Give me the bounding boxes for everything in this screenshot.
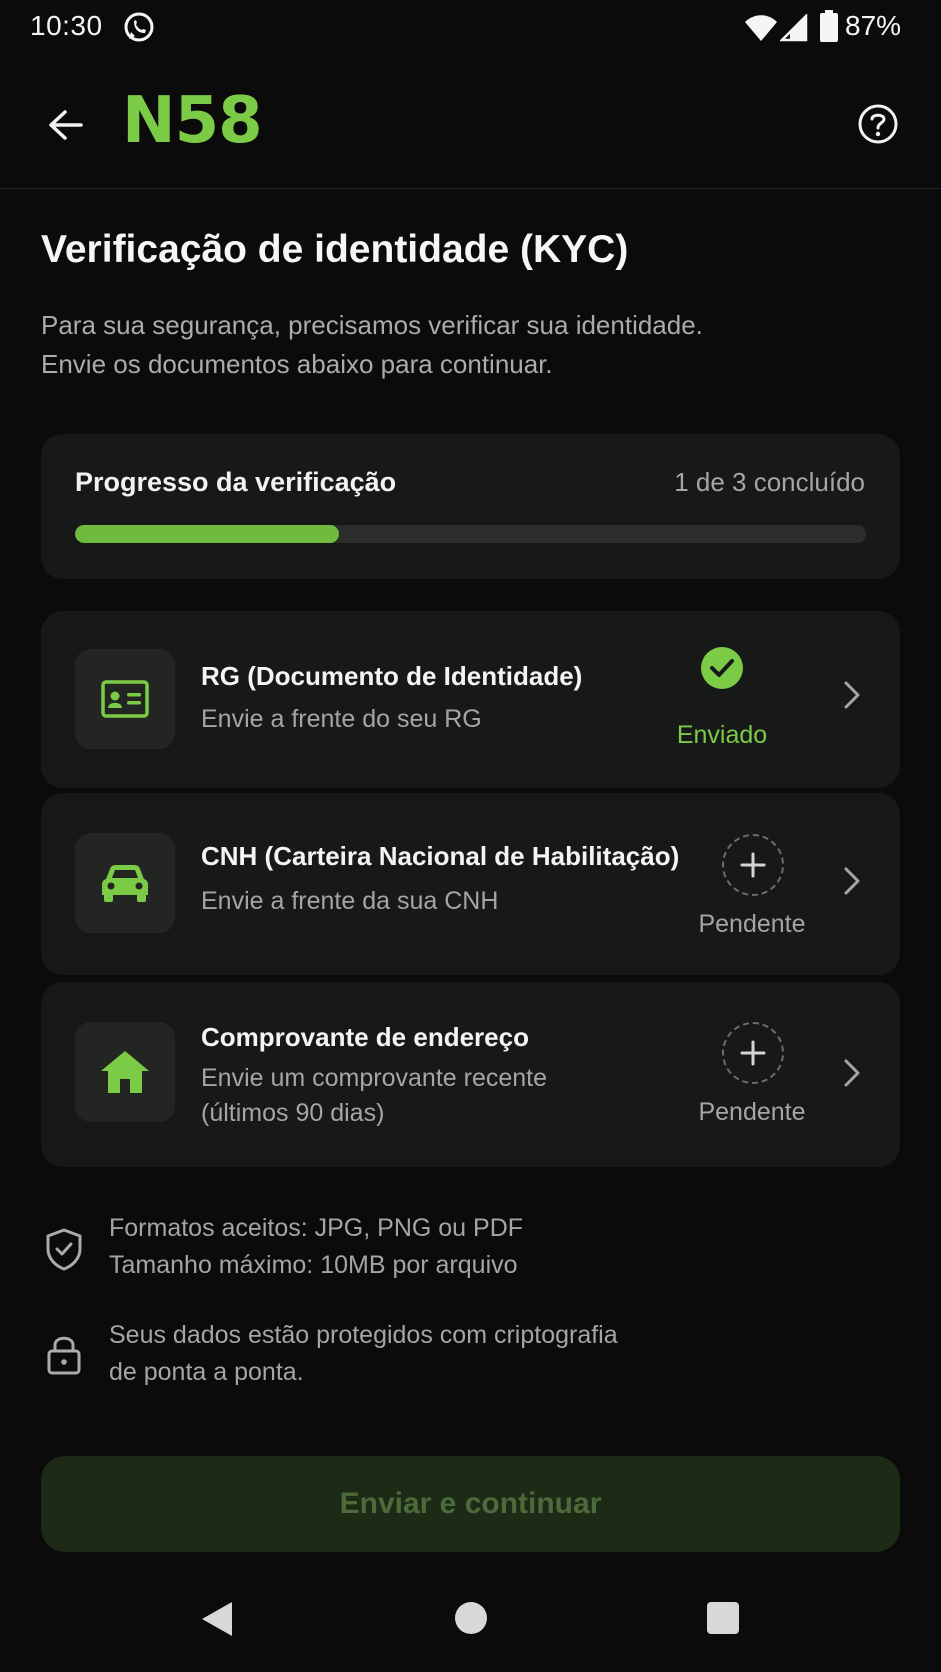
page-subtitle: Para sua segurança, precisamos verificar… xyxy=(41,306,901,384)
battery-icon xyxy=(820,10,838,42)
nav-recents-icon[interactable] xyxy=(707,1602,739,1634)
document-description: Envie a frente do seu RG xyxy=(201,705,482,733)
help-button[interactable] xyxy=(854,100,902,148)
document-card-cnh[interactable]: CNH (Carteira Nacional de Habilitação) E… xyxy=(41,793,900,975)
car-icon xyxy=(102,865,148,902)
info-formats-line-1: Formatos aceitos: JPG, PNG ou PDF xyxy=(109,1214,524,1242)
nav-back-icon[interactable] xyxy=(200,1600,234,1638)
progress-card xyxy=(41,434,900,579)
shield-check-icon xyxy=(46,1228,82,1271)
whatsapp-icon xyxy=(124,12,154,42)
document-card-address[interactable]: Comprovante de endereço Envie um comprov… xyxy=(41,982,900,1167)
status-time: 10:30 xyxy=(30,10,103,41)
wifi-icon xyxy=(745,15,777,41)
subtitle-line-2: Envie os documentos abaixo para continua… xyxy=(41,349,553,379)
progress-bar xyxy=(75,525,866,543)
progress-count: 1 de 3 concluído xyxy=(674,467,865,497)
document-icon-box xyxy=(75,833,175,933)
back-button[interactable] xyxy=(40,100,90,150)
header-divider xyxy=(0,188,941,189)
plus-circle-icon xyxy=(722,1022,784,1084)
progress-bar-fill xyxy=(75,525,339,543)
document-description-line-2: (últimos 90 dias) xyxy=(201,1099,385,1127)
nav-home-icon[interactable] xyxy=(455,1602,487,1634)
check-circle-icon xyxy=(701,647,743,689)
document-description: Envie um comprovante recente xyxy=(201,1064,548,1092)
info-security-line-2: de ponta a ponta. xyxy=(109,1358,304,1386)
info-security: Seus dados estão protegidos com criptogr… xyxy=(109,1317,618,1391)
page-title: Verificação de identidade (KYC) xyxy=(41,228,629,271)
chevron-right-icon xyxy=(844,867,860,895)
app-logo: N58 xyxy=(122,84,263,158)
chevron-right-icon xyxy=(844,1059,860,1087)
document-card-rg[interactable]: RG (Documento de Identidade) Envie a fre… xyxy=(41,611,900,788)
info-formats-line-2: Tamanho máximo: 10MB por arquivo xyxy=(109,1251,518,1279)
signal-icon xyxy=(780,14,808,42)
subtitle-line-1: Para sua segurança, precisamos verificar… xyxy=(41,310,703,340)
document-status: Pendente xyxy=(698,1098,806,1126)
document-description: Envie a frente da sua CNH xyxy=(201,887,499,915)
plus-circle-icon xyxy=(722,834,784,896)
submit-continue-button[interactable]: Enviar e continuar xyxy=(41,1456,900,1552)
id-card-icon xyxy=(101,680,149,718)
document-status: Enviado xyxy=(676,721,768,749)
arrow-left-icon xyxy=(49,110,83,140)
document-icon-box xyxy=(75,649,175,749)
chevron-right-icon xyxy=(844,681,860,709)
info-security-line-1: Seus dados estão protegidos com criptogr… xyxy=(109,1321,618,1349)
document-status: Pendente xyxy=(698,910,806,938)
document-title: CNH (Carteira Nacional de Habilitação) xyxy=(201,841,680,871)
progress-label: Progresso da verificação xyxy=(75,467,397,497)
document-title: RG (Documento de Identidade) xyxy=(201,661,583,691)
document-title: Comprovante de endereço xyxy=(201,1022,529,1052)
document-icon-box xyxy=(75,1022,175,1122)
lock-icon xyxy=(47,1336,81,1375)
house-icon xyxy=(101,1051,149,1093)
info-formats: Formatos aceitos: JPG, PNG ou PDF Tamanh… xyxy=(109,1210,523,1284)
battery-percent: 87% xyxy=(845,10,902,41)
help-circle-icon xyxy=(858,104,898,144)
